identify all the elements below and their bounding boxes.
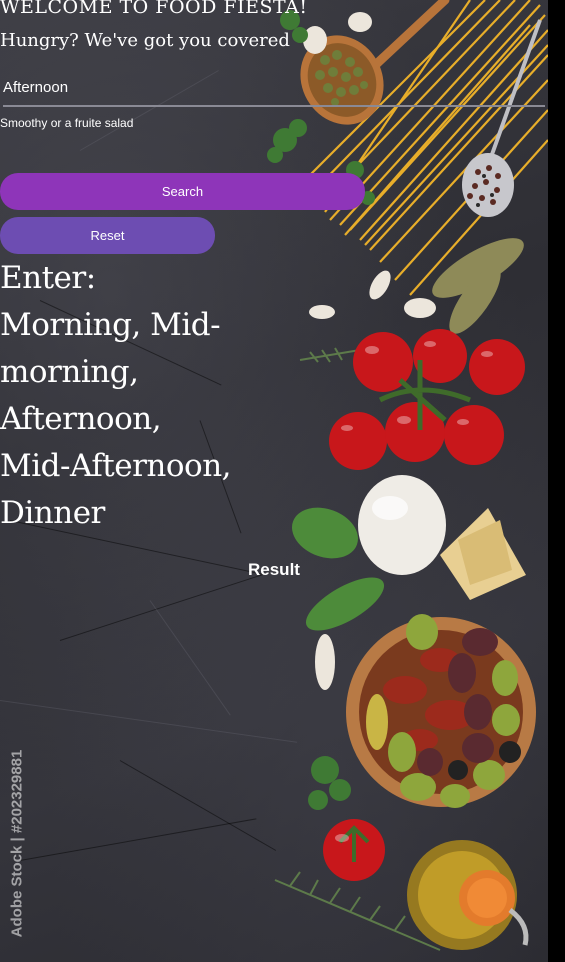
app-title: WELCOME TO FOOD FIESTA! [0, 0, 308, 18]
app-screen: WELCOME TO FOOD FIESTA! Hungry? We've go… [0, 0, 548, 962]
result-label: Result [248, 560, 300, 579]
parmesan-icon [440, 508, 526, 600]
instructions-text: Enter: Morning, Mid-morning, Afternoon, … [0, 260, 232, 531]
bay-leaves-icon [432, 238, 524, 334]
olive-bowl-icon [346, 614, 536, 808]
reset-button[interactable]: Reset [0, 217, 215, 254]
olive-oil-bottle-icon [407, 840, 529, 950]
screen-edge [548, 0, 565, 962]
search-button[interactable]: Search [0, 173, 365, 210]
cherry-tomatoes-icon [329, 329, 525, 470]
app-subtitle: Hungry? We've got you covered [0, 30, 290, 51]
suggestion-text: Smoothy or a fruite salad [0, 116, 134, 130]
stock-watermark: Adobe Stock | #202329881 [2, 740, 32, 956]
time-of-day-input[interactable] [0, 70, 545, 104]
mozzarella-icon [358, 475, 446, 575]
tomato-icon [323, 819, 385, 881]
peppercorn-spoon-icon [462, 19, 542, 217]
time-of-day-field [0, 70, 545, 108]
watermark-text: Adobe Stock | #202329881 [8, 749, 26, 938]
input-underline [3, 105, 545, 107]
